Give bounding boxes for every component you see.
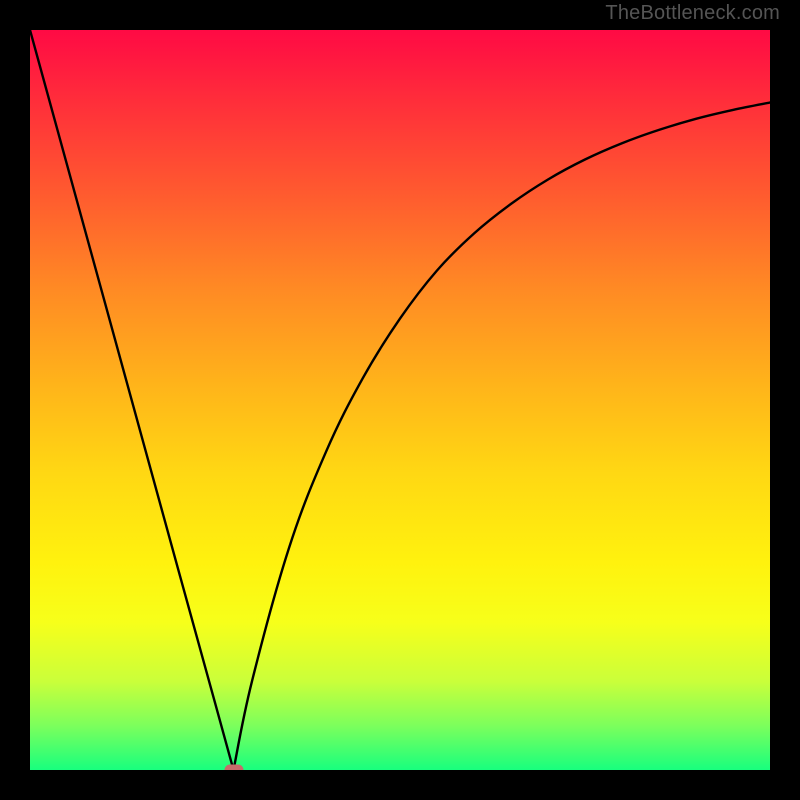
plot-area xyxy=(30,30,770,770)
curve-layer xyxy=(30,30,770,770)
chart-frame: TheBottleneck.com xyxy=(0,0,800,800)
watermark-text: TheBottleneck.com xyxy=(605,2,780,25)
left-branch-curve xyxy=(30,30,234,770)
right-branch-curve xyxy=(234,103,771,770)
minimum-marker xyxy=(224,765,243,771)
